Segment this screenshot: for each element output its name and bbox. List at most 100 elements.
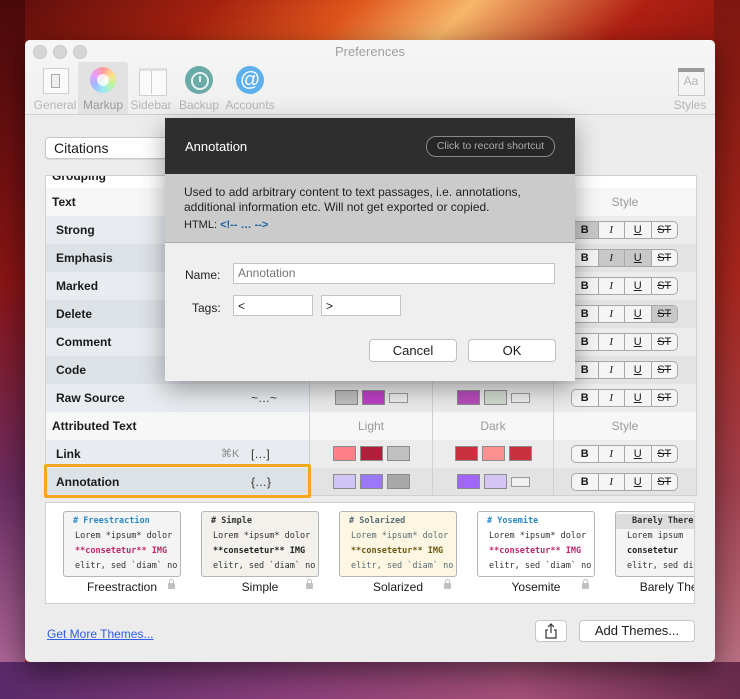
close-tag-input[interactable]: > <box>321 295 401 316</box>
theme-card[interactable]: # Solarized Lorem *ipsum* dolor **consetet… <box>339 511 457 594</box>
underline-color-swatch[interactable] <box>510 392 530 403</box>
bold-toggle[interactable]: B <box>572 278 599 294</box>
open-tag-input[interactable]: < <box>233 295 313 316</box>
underline-color-swatch[interactable] <box>508 446 532 461</box>
theme-card[interactable]: # Simple Lorem *ipsum* dolor **consetetur*… <box>201 511 319 594</box>
theme-name-label: Solarized <box>372 580 424 594</box>
foreground-color-swatch[interactable] <box>332 474 356 489</box>
get-more-themes-link[interactable]: Get More Themes... <box>47 627 153 641</box>
underline-toggle[interactable]: U <box>625 362 652 378</box>
italic-toggle[interactable]: I <box>599 474 625 490</box>
bold-toggle[interactable]: B <box>572 362 599 378</box>
foreground-color-swatch[interactable] <box>334 390 358 405</box>
background-color-swatch[interactable] <box>483 474 507 489</box>
italic-toggle[interactable]: I <box>599 306 625 322</box>
theme-card[interactable]: Barely There Lorem ipsum consetetur elitr, … <box>615 511 694 594</box>
light-swatches <box>310 446 432 461</box>
share-button[interactable] <box>535 620 567 642</box>
strikethrough-toggle[interactable]: ST <box>652 334 678 350</box>
italic-toggle[interactable]: I <box>599 390 625 406</box>
theme-card[interactable]: # Yosemite Lorem *ipsum* dolor **consetetu… <box>477 511 595 594</box>
italic-toggle[interactable]: I <box>599 278 625 294</box>
style-toggle-group: B I U ST <box>571 333 678 351</box>
strikethrough-toggle[interactable]: ST <box>652 390 678 406</box>
bold-toggle[interactable]: B <box>572 446 599 462</box>
toolbar-styles[interactable]: Aa Styles <box>665 62 715 114</box>
preview-line: **consetetur** IMG <box>351 546 444 556</box>
strikethrough-toggle[interactable]: ST <box>651 306 677 322</box>
share-icon <box>545 623 557 639</box>
ok-button[interactable]: OK <box>468 339 556 362</box>
italic-toggle[interactable]: I <box>599 446 625 462</box>
dark-color-cell <box>433 440 554 468</box>
background-color-swatch[interactable] <box>481 446 505 461</box>
toolbar-backup[interactable]: Backup <box>174 62 224 114</box>
toolbar-markup[interactable]: Markup <box>78 62 128 114</box>
foreground-color-swatch[interactable] <box>332 446 356 461</box>
bold-toggle[interactable]: B <box>572 250 599 266</box>
toolbar-general[interactable]: General <box>30 62 80 114</box>
italic-toggle[interactable]: I <box>599 222 625 238</box>
foreground-color-swatch[interactable] <box>456 474 480 489</box>
cancel-button[interactable]: Cancel <box>369 339 457 362</box>
underline-toggle[interactable]: U <box>625 334 652 350</box>
background-color-swatch[interactable] <box>359 474 383 489</box>
bold-toggle[interactable]: B <box>572 474 599 490</box>
add-themes-button[interactable]: Add Themes... <box>579 620 695 642</box>
toolbar-sidebar[interactable]: Sidebar <box>126 62 176 114</box>
strikethrough-toggle[interactable]: ST <box>652 362 678 378</box>
underline-toggle[interactable]: U <box>625 306 652 322</box>
underline-color-swatch[interactable] <box>386 446 410 461</box>
italic-toggle[interactable]: I <box>599 362 625 378</box>
dialog-body: Name: Tags: < > Cancel OK <box>165 243 575 381</box>
record-shortcut-button[interactable]: Click to record shortcut <box>426 136 555 157</box>
preview-line: consetetur <box>627 546 679 556</box>
foreground-color-swatch[interactable] <box>454 446 478 461</box>
desktop-wallpaper-right <box>714 0 740 699</box>
underline-toggle[interactable]: U <box>625 222 652 238</box>
underline-color-swatch[interactable] <box>386 474 410 489</box>
dialog-title: Annotation <box>185 139 248 154</box>
theme-name: Yosemite <box>477 579 595 594</box>
row-name: Strong <box>56 223 95 237</box>
name-input[interactable] <box>233 263 555 284</box>
theme-name: Freestraction <box>63 579 181 594</box>
row-name: Code <box>56 363 86 377</box>
underline-color-swatch[interactable] <box>388 392 408 403</box>
underline-toggle[interactable]: U <box>625 250 652 266</box>
selected-row-highlight <box>44 464 311 498</box>
markup-syntax: ~…~ <box>251 391 278 405</box>
underline-toggle[interactable]: U <box>625 446 652 462</box>
strikethrough-toggle[interactable]: ST <box>652 446 678 462</box>
background-color-swatch[interactable] <box>483 390 507 405</box>
toolbar-accounts[interactable]: @ Accounts <box>225 62 275 114</box>
table-row[interactable]: B I U ST Raw Source ~…~ <box>46 384 696 413</box>
strikethrough-toggle[interactable]: ST <box>652 250 678 266</box>
preview-heading: Barely There <box>616 514 694 529</box>
at-sign-icon: @ <box>235 66 265 96</box>
background-color-swatch[interactable] <box>359 446 383 461</box>
bold-toggle[interactable]: B <box>572 390 599 406</box>
italic-toggle[interactable]: I <box>598 250 625 266</box>
underline-toggle[interactable]: U <box>625 474 652 490</box>
strikethrough-toggle[interactable]: ST <box>652 278 678 294</box>
strikethrough-toggle[interactable]: ST <box>652 222 678 238</box>
italic-toggle[interactable]: I <box>599 334 625 350</box>
bold-toggle[interactable]: B <box>572 222 599 238</box>
foreground-color-swatch[interactable] <box>456 390 480 405</box>
section-title: Attributed Text <box>52 419 137 433</box>
underline-toggle[interactable]: U <box>625 390 652 406</box>
background-color-swatch[interactable] <box>361 390 385 405</box>
strikethrough-toggle[interactable]: ST <box>652 474 678 490</box>
preview-line: Lorem *ipsum* dolor <box>75 531 173 541</box>
underline-toggle[interactable]: U <box>625 278 652 294</box>
name-label: Name: <box>185 268 221 282</box>
bold-toggle[interactable]: B <box>572 334 599 350</box>
underline-color-swatch[interactable] <box>510 476 530 487</box>
dialog-description: Used to add arbitrary content to text pa… <box>165 174 575 243</box>
preview-heading: # Solarized <box>349 516 406 526</box>
theme-card[interactable]: # Freestraction Lorem *ipsum* dolor **cons… <box>63 511 181 594</box>
style-toggle-group: B I U ST <box>571 473 678 491</box>
theme-name: Solarized <box>339 579 457 594</box>
bold-toggle[interactable]: B <box>572 306 599 322</box>
